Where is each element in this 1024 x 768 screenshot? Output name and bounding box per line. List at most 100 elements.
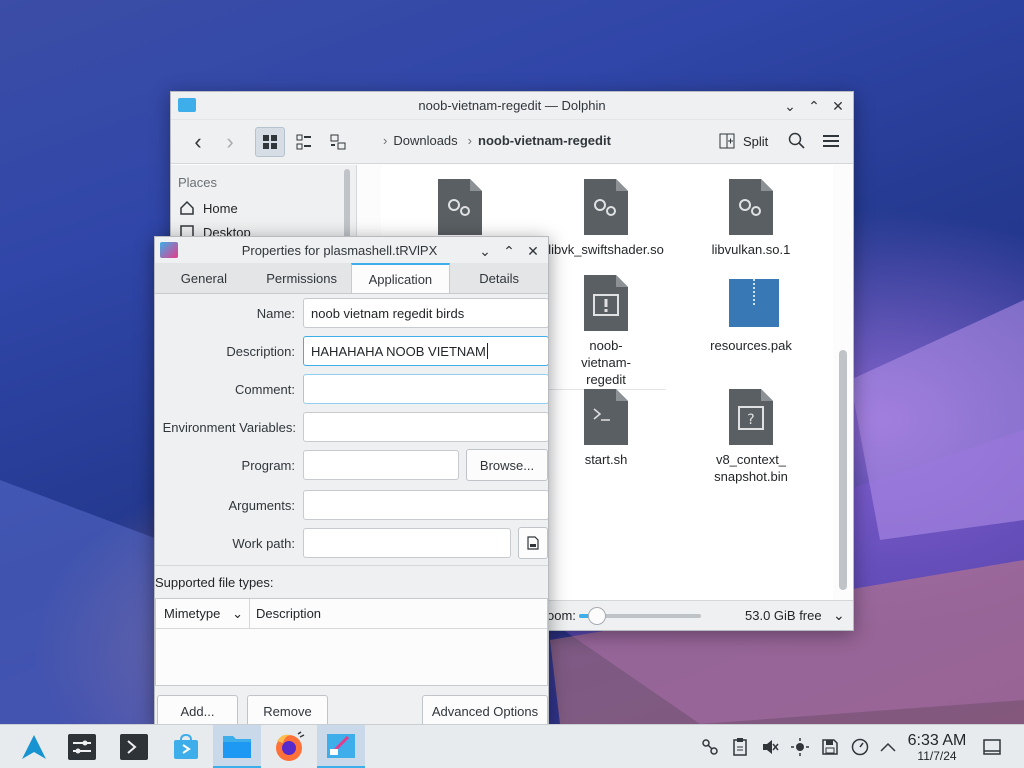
archive-icon [729, 275, 779, 331]
add-button[interactable]: Add... [157, 695, 238, 725]
icons-view-icon[interactable] [255, 127, 285, 157]
arguments-row: Arguments: [155, 489, 548, 521]
details-view-icon[interactable] [323, 127, 353, 157]
file-item[interactable]: libvk_swiftshader.so [546, 179, 666, 258]
description-label: Description: [226, 343, 295, 359]
description-value: HAHAHAHA NOOB VIETNAM [311, 343, 486, 359]
comment-field[interactable] [303, 374, 548, 404]
tab-general[interactable]: General [155, 264, 253, 293]
store-bag-icon [174, 734, 198, 759]
text-cursor [486, 343, 488, 359]
gear-file-icon[interactable] [438, 179, 482, 235]
terminal-button[interactable] [110, 725, 158, 768]
program-row: Program: Browse... [155, 449, 548, 481]
breadcrumb-current[interactable]: noob-vietnam-regedit [478, 133, 611, 148]
kde-app-icon [327, 733, 355, 758]
browse-button[interactable]: Browse... [466, 449, 548, 481]
file-item[interactable]: resources.pak [691, 275, 811, 354]
properties-task-button[interactable] [317, 725, 365, 768]
program-field[interactable] [303, 450, 459, 480]
back-icon[interactable]: ‹ [183, 127, 213, 157]
show-desktop-icon[interactable] [978, 725, 1006, 768]
tab-permissions[interactable]: Permissions [253, 264, 351, 293]
chevron-down-icon: ⌄ [232, 605, 243, 621]
app-launcher-button[interactable] [10, 725, 58, 768]
dolphin-task-button[interactable] [213, 725, 261, 768]
split-button[interactable]: Split [719, 133, 768, 149]
workpath-field[interactable] [303, 528, 511, 558]
file-item[interactable]: noob-vietnam-regedit [546, 275, 666, 390]
close-icon[interactable]: ✕ [829, 97, 847, 115]
file-name: start.sh [584, 452, 628, 467]
file-name: libvulkan.so.1 [711, 242, 791, 257]
properties-titlebar[interactable]: Properties for plasmashell.tRVlPX ⌄ ⌃ ✕ [155, 237, 548, 264]
compact-view-icon[interactable] [289, 127, 319, 157]
header-description[interactable]: Description [250, 599, 547, 628]
properties-dialog: Properties for plasmashell.tRVlPX ⌄ ⌃ ✕ … [154, 236, 549, 726]
env-label: Environment Variables: [162, 419, 296, 435]
maximize-icon[interactable]: ⌃ [500, 242, 518, 260]
power-profile-icon[interactable] [846, 725, 874, 768]
search-icon[interactable] [788, 132, 806, 153]
zoom-slider[interactable] [579, 607, 701, 625]
header-mimetype-label: Mimetype [164, 606, 221, 621]
maximize-icon[interactable]: ⌃ [805, 97, 823, 115]
hamburger-menu-icon[interactable] [822, 133, 840, 152]
name-field[interactable]: noob vietnam regedit birds [303, 298, 548, 328]
terminal-icon [120, 734, 148, 760]
breadcrumb: › Downloads › noob-vietnam-regedit [383, 133, 611, 148]
discover-button[interactable] [162, 725, 210, 768]
tab-details[interactable]: Details [450, 264, 548, 293]
sidebar-scrollbar[interactable] [344, 169, 350, 239]
minimize-icon[interactable]: ⌄ [781, 97, 799, 115]
arch-logo-icon [22, 735, 46, 759]
script-icon [584, 389, 628, 445]
file-item[interactable]: start.sh [546, 389, 666, 468]
pick-folder-button[interactable] [518, 527, 548, 559]
document-open-icon [527, 536, 539, 550]
clock[interactable]: 6:33 AM 11/7/24 [903, 732, 971, 763]
executable-icon [584, 275, 628, 331]
zoom-label: oom: [547, 608, 576, 623]
file-view-scrollbar[interactable] [839, 350, 847, 590]
tab-application[interactable]: Application [350, 263, 451, 293]
gear-file-icon [729, 179, 773, 235]
description-field[interactable]: HAHAHAHA NOOB VIETNAM [303, 336, 548, 366]
disk-icon[interactable] [816, 725, 844, 768]
file-item[interactable]: ? v8_context_ snapshot.bin [691, 389, 811, 485]
network-icon[interactable] [696, 725, 724, 768]
system-settings-button[interactable] [58, 725, 106, 768]
properties-tabs: General Permissions Application Details [155, 263, 548, 294]
chevron-down-icon[interactable]: ⌄ [833, 607, 845, 624]
comment-label: Comment: [235, 381, 295, 397]
comment-row: Comment: [155, 373, 548, 405]
unknown-file-icon: ? [729, 389, 773, 445]
close-icon[interactable]: ✕ [524, 242, 542, 260]
clipboard-icon[interactable] [726, 725, 754, 768]
sidebar-item-home[interactable]: Home [171, 196, 356, 220]
brightness-icon[interactable] [786, 725, 814, 768]
dolphin-titlebar[interactable]: noob-vietnam-regedit — Dolphin ⌄ ⌃ ✕ [171, 92, 853, 120]
workpath-label: Work path: [232, 535, 295, 551]
free-space-label: 53.0 GiB free [745, 608, 822, 623]
header-mimetype[interactable]: Mimetype ⌄ [156, 599, 250, 628]
volume-muted-icon[interactable] [756, 725, 784, 768]
zoom-slider-handle[interactable] [588, 607, 606, 625]
file-name: libvk_swiftshader.so [548, 242, 664, 257]
file-name: v8_context_ snapshot.bin [714, 452, 788, 484]
home-icon [180, 200, 194, 215]
chevron-up-icon[interactable] [874, 725, 902, 768]
file-item[interactable]: libvulkan.so.1 [691, 179, 811, 258]
forward-icon[interactable]: › [215, 127, 245, 157]
remove-button[interactable]: Remove [247, 695, 328, 725]
application-panel: Name: noob vietnam regedit birds Descrip… [155, 295, 548, 725]
places-heading: Places [178, 175, 218, 190]
advanced-options-button[interactable]: Advanced Options [422, 695, 548, 725]
clock-date: 11/7/24 [917, 749, 957, 763]
minimize-icon[interactable]: ⌄ [476, 242, 494, 260]
taskbar: 6:33 AM 11/7/24 [0, 724, 1024, 768]
breadcrumb-downloads[interactable]: Downloads [393, 133, 457, 148]
arguments-field[interactable] [303, 490, 548, 520]
env-field[interactable] [303, 412, 548, 442]
firefox-button[interactable] [266, 725, 314, 768]
